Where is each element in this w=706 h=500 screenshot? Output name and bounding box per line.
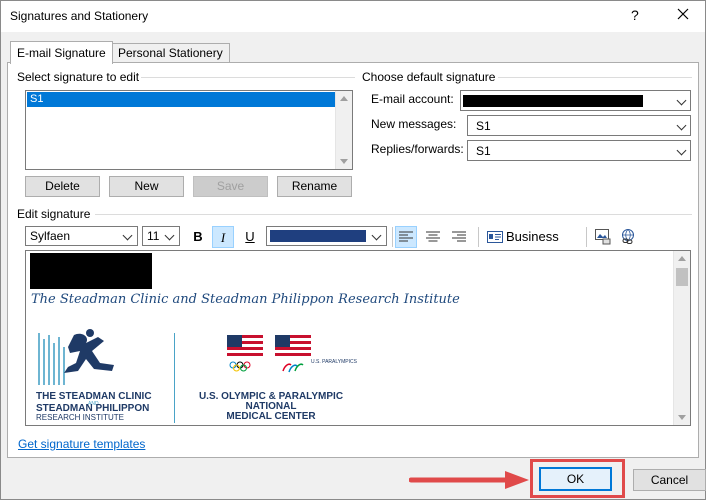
default-signature-heading: Choose default signature: [362, 70, 496, 84]
divider: [95, 214, 692, 215]
divider: [586, 227, 587, 247]
usopc-medical-center-logo: U.S. PARALYMPICS U.S. OLYMPIC & PARALYMP…: [181, 333, 361, 423]
insert-picture-button[interactable]: [593, 226, 613, 248]
scroll-up-icon[interactable]: [678, 256, 686, 261]
replies-forwards-select[interactable]: S1: [467, 140, 691, 161]
editor-scrollbar[interactable]: [673, 251, 690, 425]
us-paralympic-flag-icon: [275, 335, 311, 373]
new-messages-select[interactable]: S1: [467, 115, 691, 136]
hyperlink-icon: [622, 229, 634, 244]
logo-left-line3: RESEARCH INSTITUTE: [36, 413, 125, 422]
align-right-button[interactable]: [448, 226, 470, 248]
dropdown-button[interactable]: [163, 227, 179, 245]
rename-button[interactable]: Rename: [277, 176, 352, 197]
font-name-select[interactable]: Sylfaen: [25, 226, 138, 246]
align-center-button[interactable]: [422, 226, 444, 248]
scroll-up-icon[interactable]: [340, 96, 348, 101]
align-center-icon: [426, 231, 440, 242]
divider: [478, 227, 479, 247]
replies-forwards-value: S1: [476, 144, 491, 158]
scroll-down-icon[interactable]: [678, 415, 686, 420]
runner-logo-icon: [38, 329, 114, 385]
align-left-button[interactable]: [395, 226, 417, 248]
tab-personal-stationery[interactable]: Personal Stationery: [111, 43, 230, 63]
ok-button[interactable]: OK: [539, 467, 612, 491]
red-arrow-icon: [409, 471, 529, 489]
underline-button[interactable]: U: [240, 226, 260, 248]
signature-editor[interactable]: The Steadman Clinic and Steadman Philipp…: [25, 250, 691, 426]
save-button[interactable]: Save: [193, 176, 268, 197]
logo-right-small: U.S. PARALYMPICS: [311, 359, 357, 365]
redacted-account: [463, 95, 643, 107]
email-account-label: E-mail account:: [371, 92, 454, 106]
divider: [392, 227, 393, 247]
font-size-value: 11: [147, 229, 160, 243]
tab-personal-stationery-label: Personal Stationery: [118, 46, 223, 60]
edit-signature-heading: Edit signature: [17, 207, 91, 221]
tab-email-signature-label: E-mail Signature: [17, 46, 106, 60]
steadman-clinic-logo: THE STEADMAN CLINIC AND STEADMAN PHILIPP…: [34, 329, 164, 422]
new-button[interactable]: New: [109, 176, 184, 197]
list-scrollbar[interactable]: [335, 91, 352, 169]
dropdown-button[interactable]: [121, 227, 137, 245]
delete-button[interactable]: Delete: [25, 176, 100, 197]
us-olympic-flag-icon: [227, 335, 263, 372]
cancel-button[interactable]: Cancel: [633, 469, 706, 491]
get-signature-templates-link[interactable]: Get signature templates: [18, 437, 145, 451]
new-messages-label: New messages:: [371, 117, 457, 131]
insert-hyperlink-button[interactable]: [618, 226, 638, 248]
business-card-button[interactable]: Business Card: [485, 226, 581, 266]
redacted-name: [30, 253, 152, 289]
replies-forwards-label: Replies/forwards:: [371, 142, 464, 156]
font-color-swatch: [270, 230, 366, 242]
new-messages-value: S1: [476, 119, 491, 133]
signature-list[interactable]: S1: [25, 90, 353, 170]
tab-email-signature[interactable]: E-mail Signature: [10, 41, 113, 64]
chevron-down-icon: [164, 230, 175, 241]
dropdown-button[interactable]: [673, 141, 690, 160]
chevron-down-icon: [676, 145, 687, 156]
font-name-value: Sylfaen: [30, 229, 71, 243]
align-right-icon: [452, 231, 466, 242]
close-icon[interactable]: [675, 6, 691, 22]
window-title: Signatures and Stationery: [10, 9, 149, 23]
list-item[interactable]: S1: [27, 92, 335, 107]
help-button[interactable]: ?: [631, 7, 639, 23]
divider: [498, 77, 692, 78]
dropdown-button[interactable]: [370, 227, 386, 245]
font-size-select[interactable]: 11: [142, 226, 180, 246]
signature-text-line: The Steadman Clinic and Steadman Philipp…: [31, 292, 460, 307]
chevron-down-icon: [676, 120, 687, 131]
chevron-down-icon: [676, 95, 687, 106]
logo-right-line3: MEDICAL CENTER: [226, 411, 316, 422]
picture-icon: [595, 229, 611, 245]
bold-button[interactable]: B: [188, 226, 208, 248]
logo-divider: [174, 333, 175, 423]
email-account-select[interactable]: [460, 90, 691, 111]
divider: [141, 77, 355, 78]
chevron-down-icon: [122, 230, 133, 241]
dropdown-button[interactable]: [673, 91, 690, 110]
title-bar: Signatures and Stationery ?: [1, 1, 705, 32]
italic-button[interactable]: I: [212, 226, 234, 248]
chevron-down-icon: [371, 230, 382, 241]
font-color-select[interactable]: [266, 226, 387, 246]
business-card-icon: [487, 231, 503, 243]
scroll-thumb[interactable]: [676, 268, 688, 286]
scroll-down-icon[interactable]: [340, 159, 348, 164]
align-left-icon: [399, 231, 413, 242]
dropdown-button[interactable]: [673, 116, 690, 135]
signatures-dialog: Signatures and Stationery ? E-mail Signa…: [0, 0, 706, 500]
select-signature-heading: Select signature to edit: [17, 70, 140, 84]
